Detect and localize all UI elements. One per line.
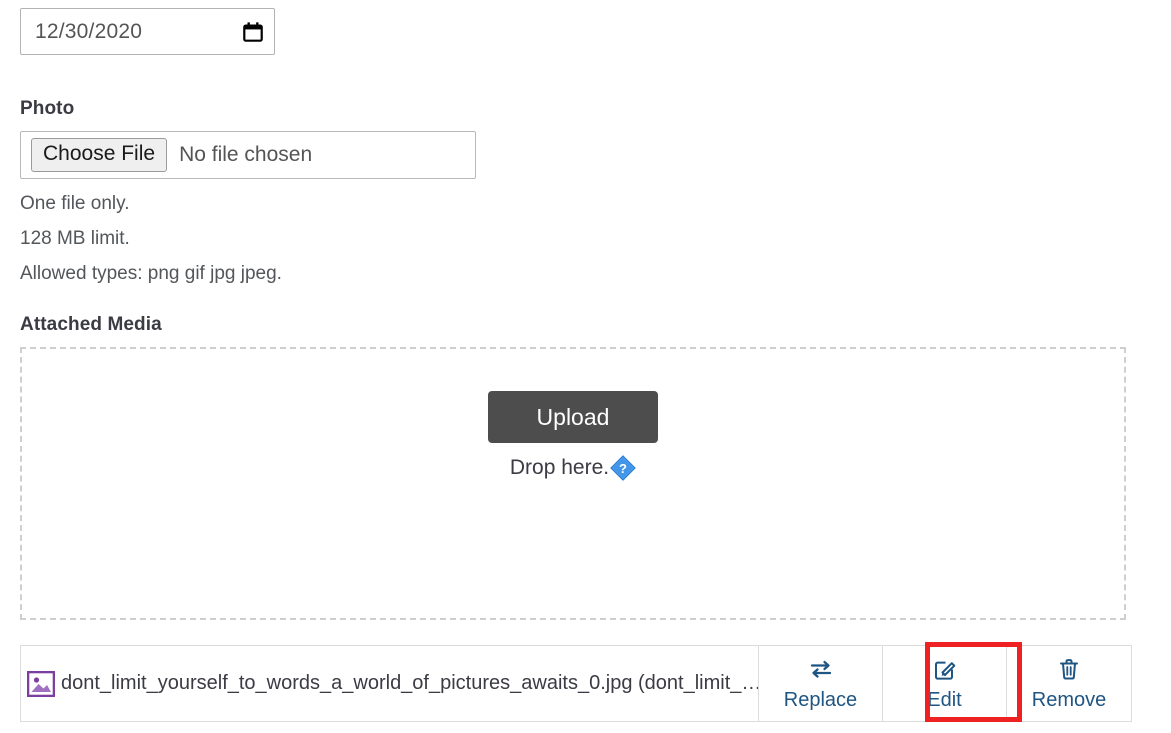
help-text-size-limit: 128 MB limit. [20, 228, 130, 249]
replace-label: Replace [783, 688, 858, 711]
replace-button[interactable]: Replace [759, 646, 883, 721]
date-input[interactable]: 12/30/2020 [20, 8, 275, 55]
broken-image-icon [27, 670, 55, 697]
swap-arrows-icon [808, 656, 834, 682]
svg-text:?: ? [619, 461, 627, 476]
edit-label: Edit [927, 688, 962, 711]
file-name-text: dont_limit_yourself_to_words_a_world_of_… [61, 672, 758, 694]
remove-label: Remove [1031, 688, 1107, 711]
pencil-square-icon [932, 656, 958, 682]
help-text-one-file-only: One file only. [20, 193, 130, 214]
date-input-value: 12/30/2020 [35, 19, 143, 43]
help-diamond-icon[interactable]: ? [609, 455, 636, 481]
drop-here-row: Drop here. ? [510, 455, 636, 481]
upload-button[interactable]: Upload [488, 391, 658, 443]
choose-file-button[interactable]: Choose File [31, 138, 168, 172]
attached-file-row: dont_limit_yourself_to_words_a_world_of_… [20, 645, 1132, 722]
dropzone-content: Upload Drop here. ? [22, 391, 1124, 481]
edit-button[interactable]: Edit [883, 646, 1007, 721]
photo-field-label: Photo [20, 98, 75, 119]
photo-file-input[interactable]: Choose File No file chosen [20, 131, 476, 179]
calendar-icon[interactable] [242, 21, 264, 43]
remove-button[interactable]: Remove [1007, 646, 1131, 721]
help-text-allowed-types: Allowed types: png gif jpg jpeg. [20, 263, 282, 284]
media-dropzone[interactable]: Upload Drop here. ? [20, 347, 1126, 620]
no-file-chosen-text: No file chosen [179, 143, 313, 166]
trash-icon [1056, 656, 1082, 682]
file-name-cell: dont_limit_yourself_to_words_a_world_of_… [21, 646, 759, 721]
drop-here-text: Drop here. [509, 456, 610, 479]
attached-media-label: Attached Media [20, 314, 162, 335]
